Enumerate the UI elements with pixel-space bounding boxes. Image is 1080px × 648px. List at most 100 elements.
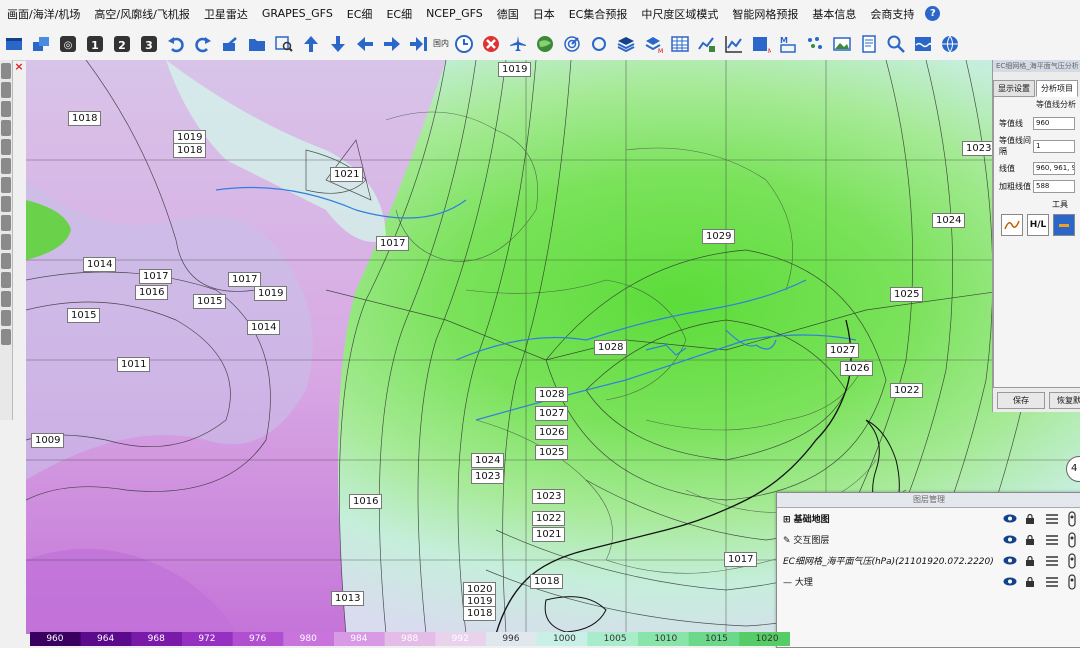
menu-ec-ensemble[interactable]: EC集合预报 [562,6,635,22]
menu-consultation[interactable]: 会商支持 [863,6,921,22]
layer-row[interactable]: — 大理 [777,571,1080,592]
eye-icon[interactable] [1003,556,1025,565]
tool-3-icon[interactable] [1,101,11,117]
menu-basic-info[interactable]: 基本信息 [805,6,863,22]
bold-line-values-input[interactable]: 588 [1033,180,1075,193]
radar-icon[interactable] [560,32,583,55]
wave-icon[interactable] [911,32,934,55]
close-icon[interactable]: × [13,61,25,73]
knob-icon[interactable] [1065,531,1080,548]
arrow-up-icon[interactable] [299,32,322,55]
contour-value-input[interactable]: 960 [1033,117,1075,130]
tool-4-icon[interactable] [1,120,11,136]
contour-interval-input[interactable]: 1 [1033,139,1075,153]
tool-8-icon[interactable] [1,196,11,212]
earth-icon[interactable] [938,32,961,55]
tool-5-icon[interactable] [1,139,11,155]
lock-icon[interactable] [1025,555,1045,566]
layout-three-icon[interactable]: 3 [137,32,160,55]
layout-1-icon[interactable]: ◎ [56,32,79,55]
tool-11-icon[interactable] [1,253,11,269]
menu-germany[interactable]: 德国 [490,6,526,22]
scatter-icon[interactable] [803,32,826,55]
grip-icon[interactable] [1045,555,1065,567]
arrow-left-icon[interactable] [353,32,376,55]
tile-icon[interactable] [29,32,52,55]
document-icon[interactable] [857,32,880,55]
typhoon-icon[interactable] [587,32,610,55]
layer-row[interactable]: ⊞ 基础地图 [777,508,1080,529]
zoom-search-icon[interactable] [884,32,907,55]
pressure-label: 1017 [724,552,758,567]
tab-display-settings[interactable]: 显示设置 [993,80,1035,97]
menu-surface[interactable]: 画面/海洋/机场 [0,6,87,22]
arrow-down-icon[interactable] [326,32,349,55]
tool-7-icon[interactable] [1,177,11,193]
eye-icon[interactable] [1003,535,1025,544]
menu-smart-grid[interactable]: 智能网格预报 [725,6,805,22]
menu-ec-fine-2[interactable]: EC细 [379,6,419,22]
menu-ec-fine[interactable]: EC细 [340,6,380,22]
line-chart-icon[interactable] [722,32,745,55]
menu-mesoscale[interactable]: 中尺度区域模式 [634,6,725,22]
eye-icon[interactable] [1003,514,1025,523]
tool-15-icon[interactable] [1,329,11,345]
model-stack-icon[interactable]: M [641,32,664,55]
airplane-icon[interactable] [506,32,529,55]
menu-ncep-gfs[interactable]: NCEP_GFS [419,7,490,20]
lock-icon[interactable] [1025,576,1045,587]
knob-icon[interactable] [1065,573,1080,590]
station-chart-icon[interactable] [695,32,718,55]
grip-icon[interactable] [1045,513,1065,525]
layer-row[interactable]: ✎ 交互图层 [777,529,1080,550]
line-values-input[interactable]: 960, 961, 962 [1033,162,1075,175]
model-grid-icon[interactable]: M [776,32,799,55]
eye-icon[interactable] [1003,577,1025,586]
tool-6-icon[interactable] [1,158,11,174]
tab-analysis-items[interactable]: 分析项目 [1036,80,1078,97]
globe-green-icon[interactable] [533,32,556,55]
lock-icon[interactable] [1025,534,1045,545]
pressure-label: 1009 [31,433,65,448]
tool-9-icon[interactable] [1,215,11,231]
lock-icon[interactable] [1025,513,1045,524]
menu-japan[interactable]: 日本 [526,6,562,22]
arrow-right-icon[interactable] [380,32,403,55]
line-draw-tool-icon[interactable] [1001,214,1023,236]
restore-default-button[interactable]: 恢复默认 [1049,392,1080,409]
layout-one-icon[interactable]: 1 [83,32,106,55]
menu-satellite-radar[interactable]: 卫星雷达 [197,6,255,22]
folder-icon[interactable] [245,32,268,55]
layers-icon[interactable] [614,32,637,55]
image-icon[interactable] [830,32,853,55]
layer-row[interactable]: EC细网格_海平面气压(hPa)(21101920.072.2220) [777,550,1080,571]
arrow-last-icon[interactable] [407,32,430,55]
menu-grapes-gfs[interactable]: GRAPES_GFS [255,7,340,20]
model-table-icon[interactable]: M [749,32,772,55]
layer-name: EC细网格_海平面气压(hPa)(21101920.072.2220) [783,557,994,567]
search-table-icon[interactable] [272,32,295,55]
tool-10-icon[interactable] [1,234,11,250]
grip-icon[interactable] [1045,576,1065,588]
export-icon[interactable] [218,32,241,55]
window-icon[interactable] [2,32,25,55]
undo-icon[interactable] [164,32,187,55]
tool-14-icon[interactable] [1,310,11,326]
redo-icon[interactable] [191,32,214,55]
high-low-tool-button[interactable]: H/L [1027,214,1049,236]
stop-icon[interactable] [479,32,502,55]
tool-2-icon[interactable] [1,82,11,98]
tool-1-icon[interactable] [1,63,11,79]
menu-upper-air[interactable]: 高空/风廓线/飞机报 [87,6,196,22]
tool-13-icon[interactable] [1,291,11,307]
tool-12-icon[interactable] [1,272,11,288]
help-icon[interactable]: ? [925,6,941,21]
grid-table-icon[interactable] [668,32,691,55]
grip-icon[interactable] [1045,534,1065,546]
clock-icon[interactable] [452,32,475,55]
edit-tool-icon[interactable] [1053,214,1075,236]
layout-two-icon[interactable]: 2 [110,32,133,55]
knob-icon[interactable] [1065,510,1080,527]
save-button[interactable]: 保存 [997,392,1045,409]
knob-icon[interactable] [1065,552,1080,569]
